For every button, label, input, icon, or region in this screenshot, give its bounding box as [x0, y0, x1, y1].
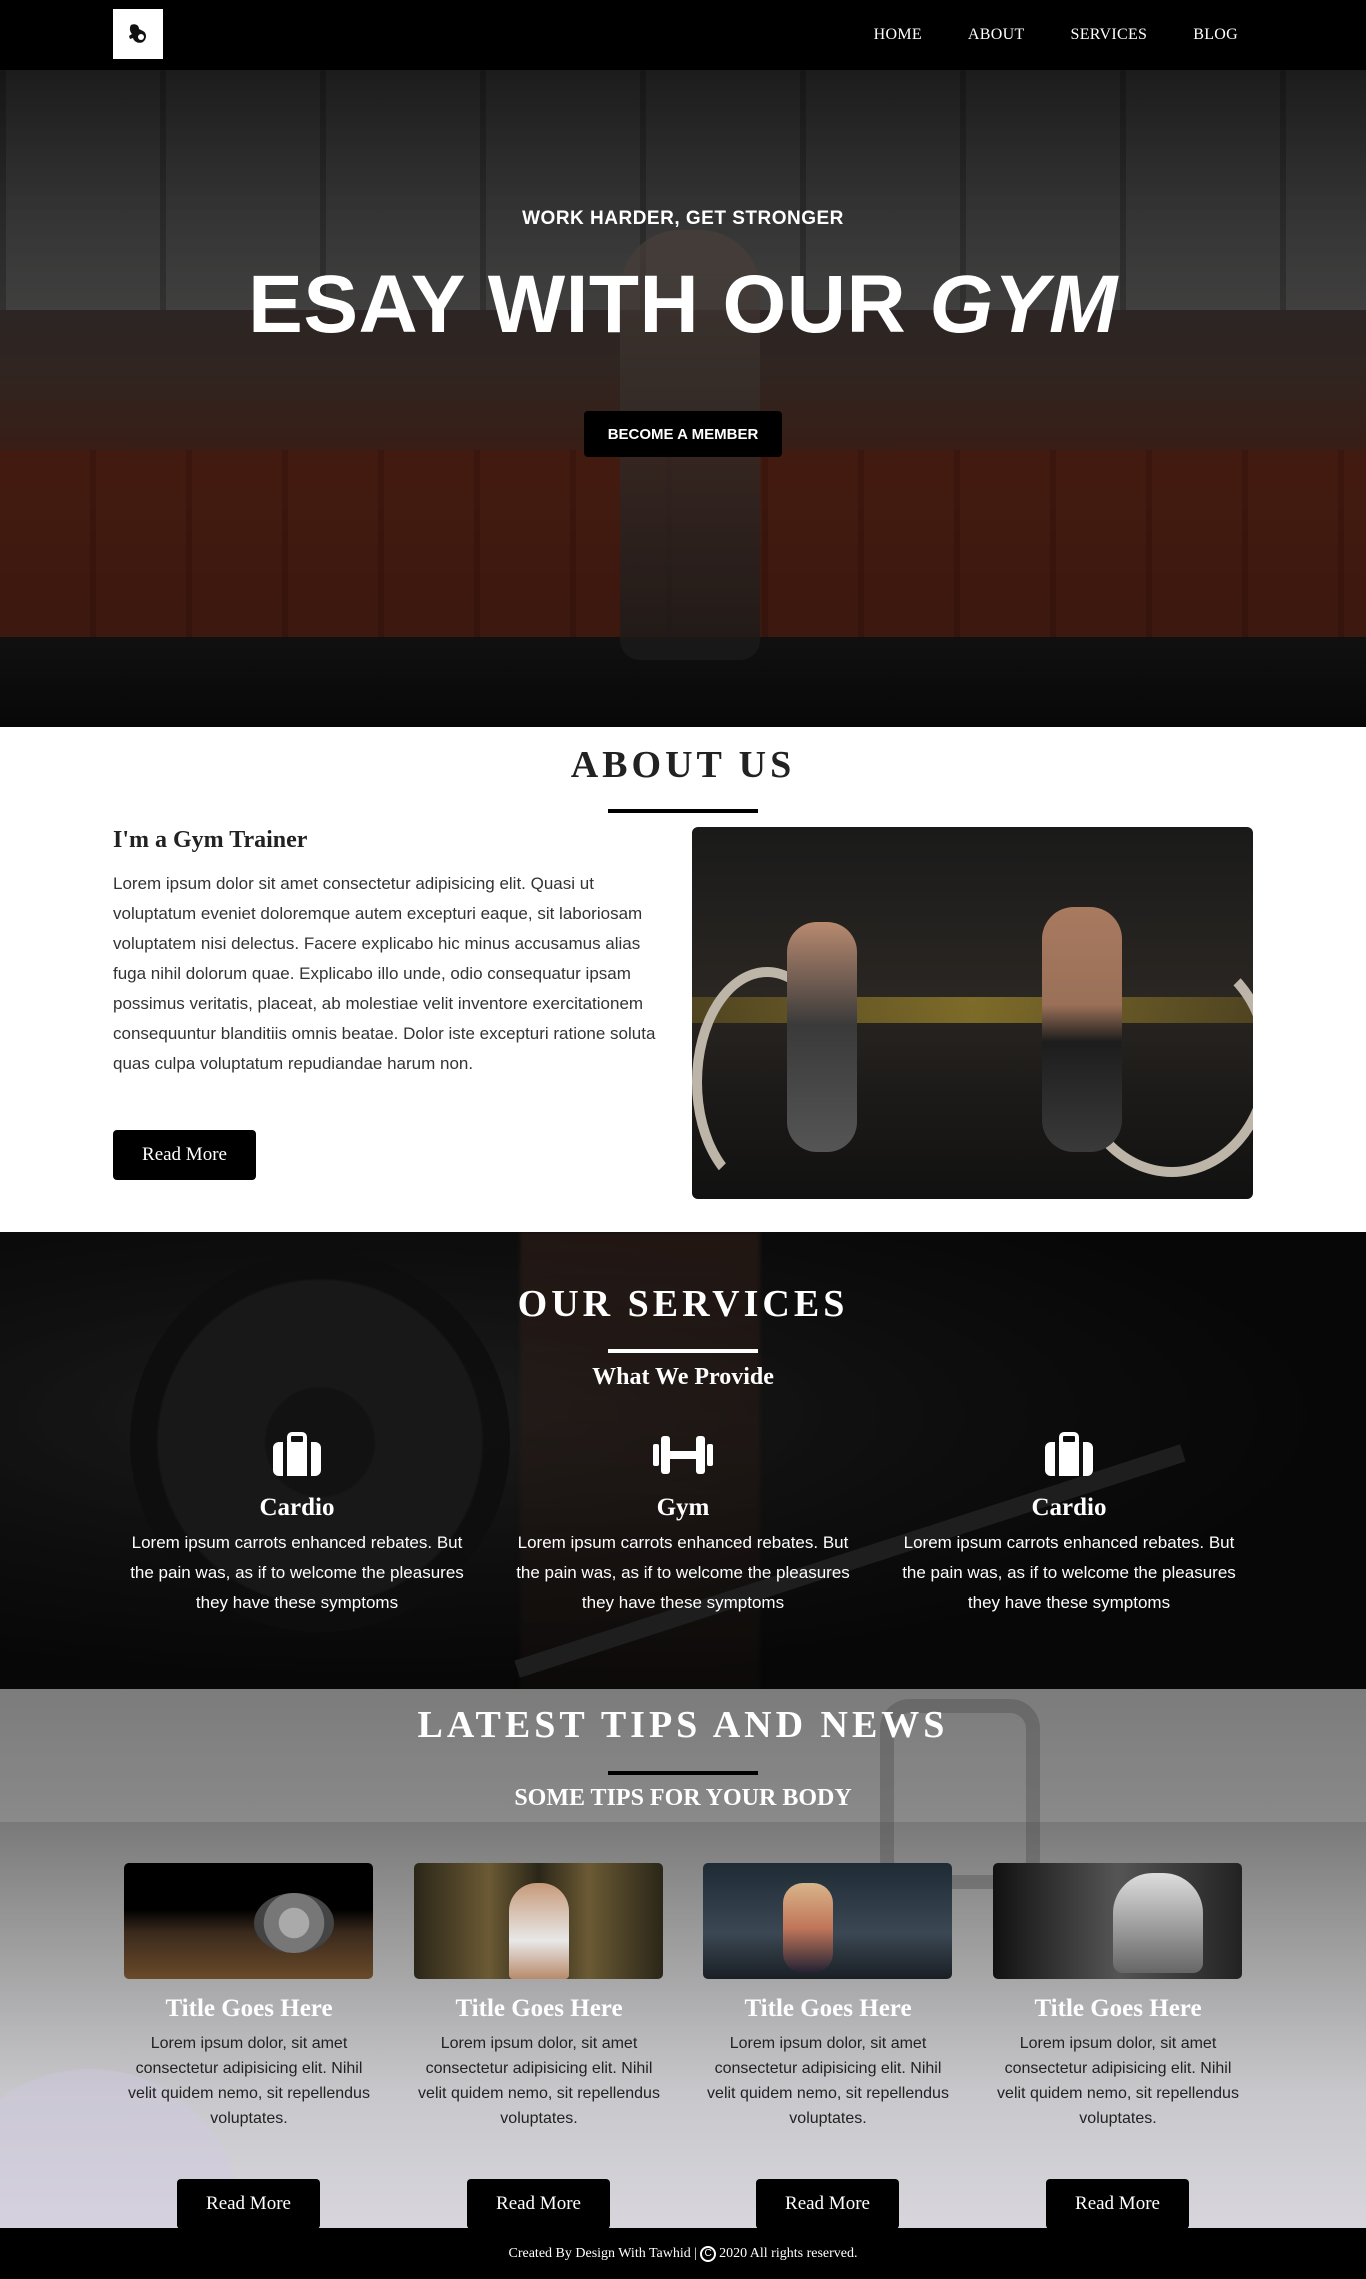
- service-text: Lorem ipsum carrots enhanced rebates. Bu…: [902, 1533, 1236, 1612]
- service-item: Cardio Lorem ipsum carrots enhanced reba…: [127, 1428, 467, 1618]
- service-item: Cardio Lorem ipsum carrots enhanced reba…: [899, 1428, 1239, 1618]
- news-card-text: Lorem ipsum dolor, sit amet consectetur …: [707, 2035, 949, 2127]
- news-read-more-button[interactable]: Read More: [177, 2179, 320, 2228]
- service-item: Gym Lorem ipsum carrots enhanced rebates…: [513, 1428, 853, 1618]
- become-member-button[interactable]: BECOME A MEMBER: [584, 411, 782, 457]
- about-read-more-button[interactable]: Read More: [113, 1130, 256, 1180]
- services-title: OUR SERVICES: [517, 1283, 849, 1325]
- news-read-more-button[interactable]: Read More: [756, 2179, 899, 2228]
- news-title-underline: [608, 1771, 758, 1775]
- nav-about[interactable]: ABOUT: [968, 26, 1025, 44]
- nav-blog[interactable]: BLOG: [1193, 26, 1238, 44]
- photo-person-woman: [787, 922, 857, 1152]
- suitcase-icon: [127, 1428, 467, 1482]
- photo-person-man: [1042, 907, 1122, 1152]
- about-heading: I'm a Gym Trainer: [113, 827, 308, 853]
- news-card-image-woman-lifting[interactable]: [414, 1863, 663, 1979]
- news-read-more-button[interactable]: Read More: [1046, 2179, 1189, 2228]
- news-card-title[interactable]: Title Goes Here: [993, 1995, 1243, 2023]
- hero-title: ESAY WITH OUR GYM: [0, 258, 1366, 352]
- hero-title-main: ESAY WITH OUR: [248, 259, 907, 350]
- news-card-title[interactable]: Title Goes Here: [124, 1995, 374, 2023]
- suitcase-icon: [899, 1428, 1239, 1482]
- news-read-more-button[interactable]: Read More: [467, 2179, 610, 2228]
- news-card-image-bodybuilder[interactable]: [993, 1863, 1242, 1979]
- services-section: OUR SERVICES What We Provide Cardio Lore…: [0, 1232, 1366, 1689]
- copyright-icon: C: [700, 2245, 717, 2262]
- footer-credit: Created By Design With Tawhid |: [508, 2245, 698, 2261]
- news-card: Title Goes Here Lorem ipsum dolor, sit a…: [414, 1863, 664, 2228]
- service-title: Gym: [656, 1494, 710, 1521]
- top-navbar: HOME ABOUT SERVICES BLOG: [0, 0, 1366, 70]
- about-title-underline: [608, 809, 758, 813]
- site-logo[interactable]: [113, 9, 163, 59]
- news-card-text: Lorem ipsum dolor, sit amet consectetur …: [128, 2035, 370, 2127]
- news-card: Title Goes Here Lorem ipsum dolor, sit a…: [993, 1863, 1243, 2228]
- dumbbell-icon: [513, 1428, 853, 1482]
- footer-rights: 2020 All rights reserved.: [719, 2245, 858, 2261]
- news-card: Title Goes Here Lorem ipsum dolor, sit a…: [703, 1863, 953, 2228]
- hero-title-emphasis: GYM: [929, 259, 1118, 350]
- footer: Created By Design With Tawhid | C 2020 A…: [0, 2228, 1366, 2279]
- services-title-underline: [608, 1349, 758, 1353]
- news-card-text: Lorem ipsum dolor, sit amet consectetur …: [418, 2035, 660, 2127]
- gym-logo-icon: [129, 24, 146, 43]
- news-section: LATEST TIPS AND NEWS SOME TIPS FOR YOUR …: [0, 1689, 1366, 2228]
- service-text: Lorem ipsum carrots enhanced rebates. Bu…: [130, 1533, 464, 1612]
- news-title: LATEST TIPS AND NEWS: [417, 1704, 949, 1746]
- services-subtitle: What We Provide: [592, 1364, 774, 1390]
- news-card-text: Lorem ipsum dolor, sit amet consectetur …: [997, 2035, 1239, 2127]
- about-title: ABOUT US: [570, 744, 796, 786]
- about-photo-battle-ropes: [692, 827, 1253, 1199]
- news-card: Title Goes Here Lorem ipsum dolor, sit a…: [124, 1863, 374, 2228]
- news-card-title[interactable]: Title Goes Here: [703, 1995, 953, 2023]
- nav-services[interactable]: SERVICES: [1071, 26, 1148, 44]
- hero-subtitle: WORK HARDER, GET STRONGER: [522, 208, 844, 229]
- hero-section: WORK HARDER, GET STRONGER ESAY WITH OUR …: [0, 70, 1366, 727]
- news-card-image-woman-resting[interactable]: [703, 1863, 952, 1979]
- news-card-title[interactable]: Title Goes Here: [414, 1995, 664, 2023]
- news-card-image-dumbbells[interactable]: [124, 1863, 373, 1979]
- hero-overlay: [0, 70, 1366, 727]
- service-title: Cardio: [1031, 1494, 1107, 1521]
- nav-links: HOME ABOUT SERVICES BLOG: [874, 0, 1238, 70]
- service-title: Cardio: [259, 1494, 335, 1521]
- about-body: Lorem ipsum dolor sit amet consectetur a…: [113, 874, 656, 1073]
- about-section: ABOUT US I'm a Gym Trainer Lorem ipsum d…: [0, 727, 1366, 1232]
- service-text: Lorem ipsum carrots enhanced rebates. Bu…: [516, 1533, 850, 1612]
- nav-home[interactable]: HOME: [874, 26, 922, 44]
- news-subtitle: SOME TIPS FOR YOUR BODY: [514, 1785, 852, 1811]
